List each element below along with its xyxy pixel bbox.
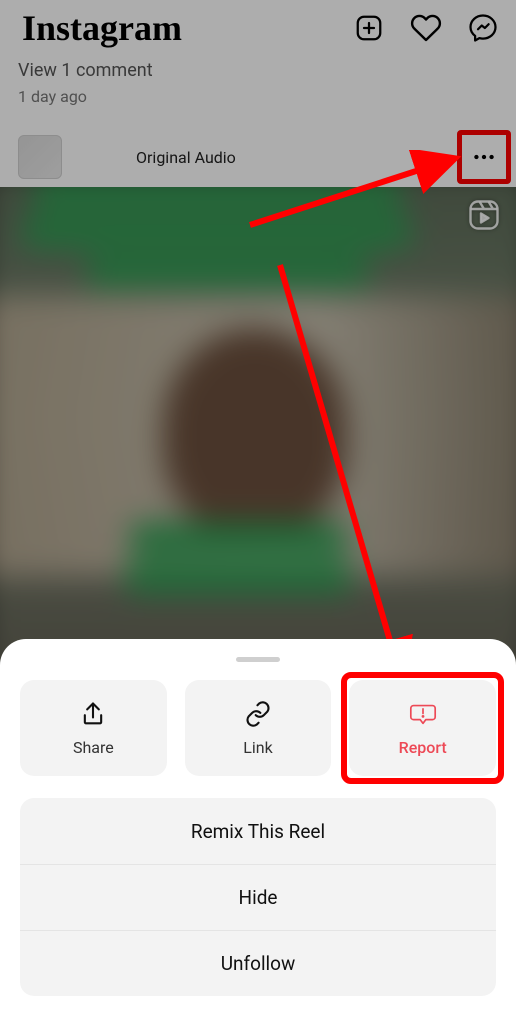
hide-option[interactable]: Hide xyxy=(20,864,496,930)
post-timestamp: 1 day ago xyxy=(18,87,153,106)
sheet-grabber[interactable] xyxy=(236,657,280,662)
instagram-logo[interactable]: Instagram xyxy=(22,7,182,49)
link-label: Link xyxy=(243,738,272,757)
top-actions xyxy=(354,12,498,44)
report-button[interactable]: Report xyxy=(349,680,496,776)
link-button[interactable]: Link xyxy=(185,680,332,776)
link-icon xyxy=(244,700,272,728)
audio-label: Original Audio xyxy=(136,148,236,167)
share-button[interactable]: Share xyxy=(20,680,167,776)
action-sheet: Share Link Report Remix This Reel Hide U… xyxy=(0,639,516,1024)
annotation-highlight-report xyxy=(341,672,504,784)
remix-reel-option[interactable]: Remix This Reel xyxy=(20,798,496,864)
annotation-arrow-to-report xyxy=(260,260,460,690)
annotation-arrow-to-more xyxy=(240,150,470,230)
reels-icon xyxy=(466,197,502,237)
audio-thumbnail xyxy=(18,135,62,179)
share-icon xyxy=(79,700,107,728)
view-comments-link[interactable]: View 1 comment xyxy=(18,60,153,81)
unfollow-option[interactable]: Unfollow xyxy=(20,930,496,996)
share-label: Share xyxy=(73,738,114,757)
messenger-icon[interactable] xyxy=(468,13,498,43)
sheet-tile-row: Share Link Report xyxy=(20,680,496,776)
activity-heart-icon[interactable] xyxy=(410,12,442,44)
post-meta: View 1 comment 1 day ago xyxy=(18,60,153,106)
new-post-icon[interactable] xyxy=(354,13,384,43)
sheet-list: Remix This Reel Hide Unfollow xyxy=(20,798,496,996)
top-bar: Instagram xyxy=(0,0,516,55)
